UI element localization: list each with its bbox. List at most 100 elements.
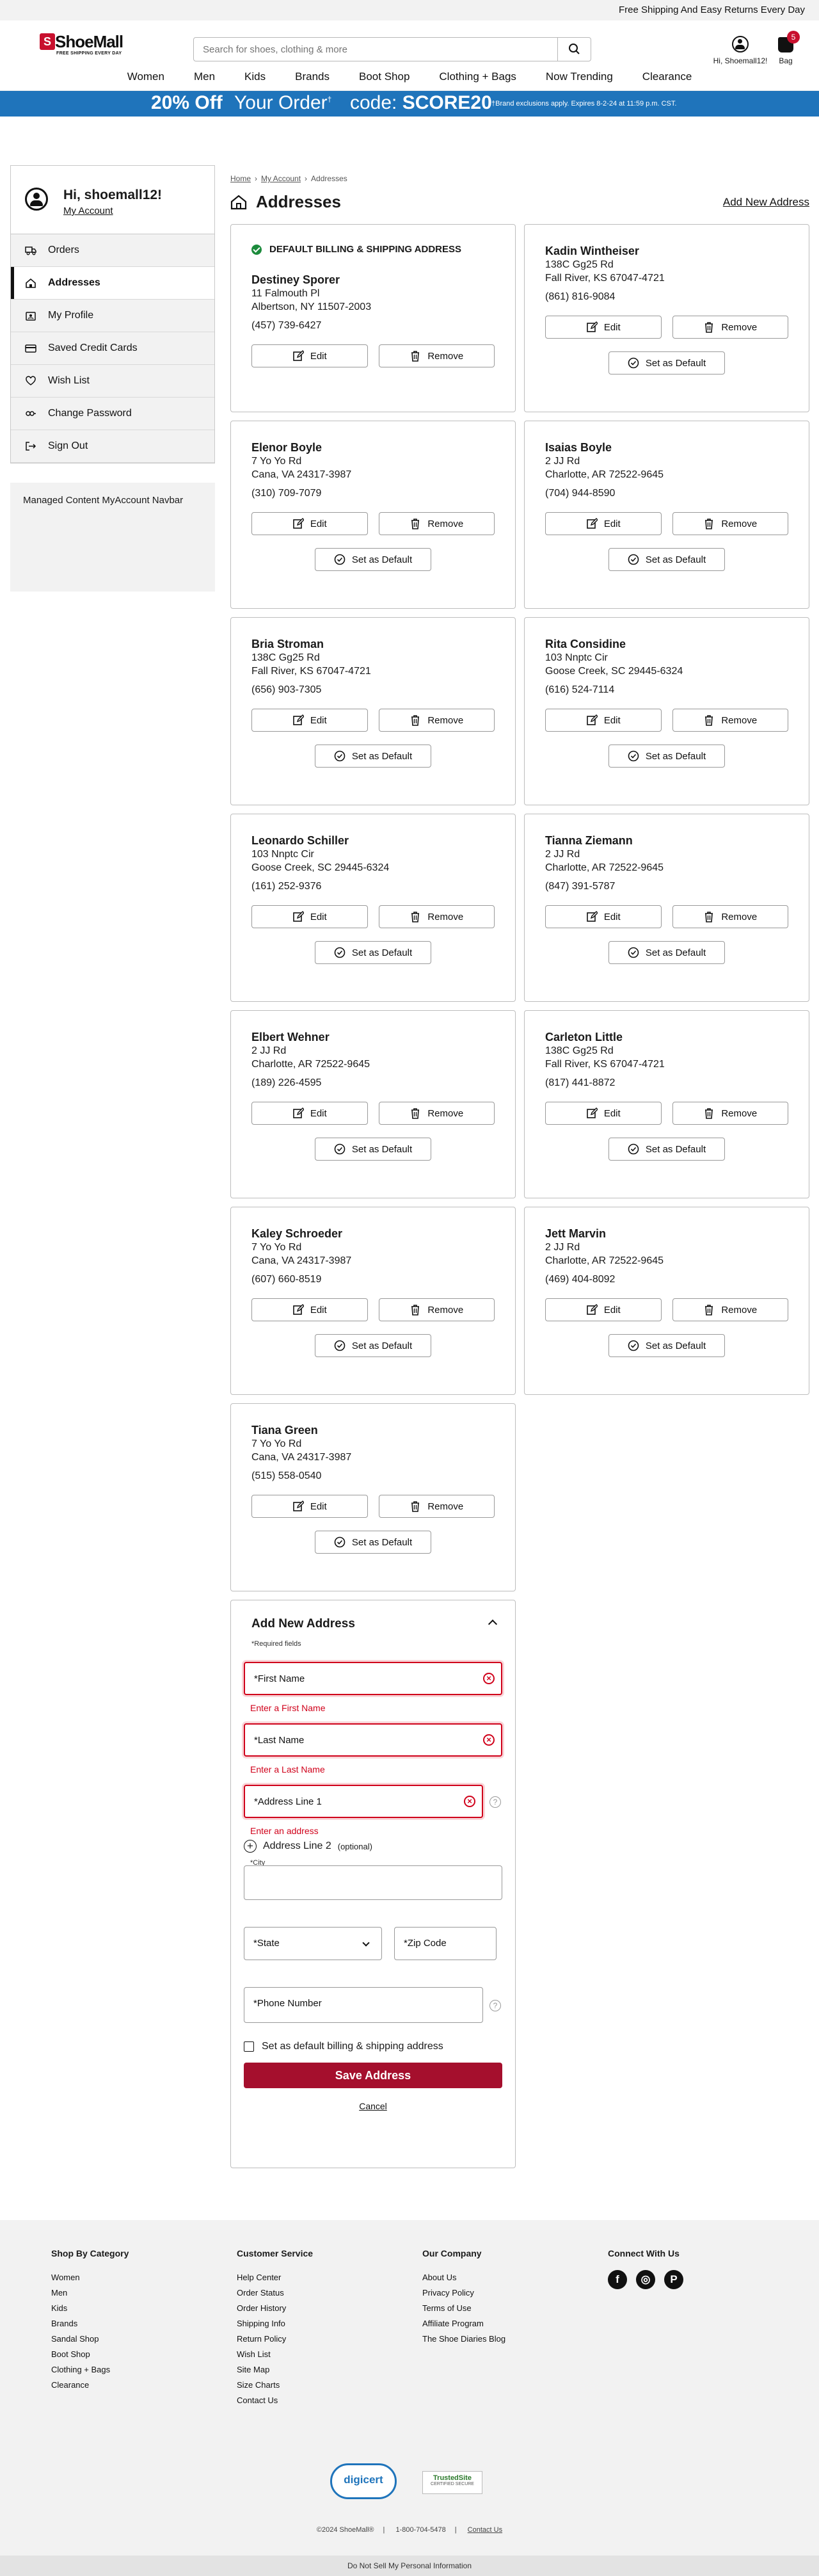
footer-link[interactable]: Return Policy — [237, 2331, 313, 2347]
edit-button[interactable]: Edit — [545, 709, 662, 732]
set-default-button[interactable]: Set as Default — [315, 941, 431, 964]
edit-button[interactable]: Edit — [251, 709, 368, 732]
bag-link[interactable]: 5 Bag — [773, 31, 800, 65]
remove-button[interactable]: Remove — [378, 1102, 495, 1125]
search-input[interactable] — [194, 38, 552, 61]
zip-code-field[interactable]: *Zip Code — [394, 1927, 497, 1960]
footer-link[interactable]: Clothing + Bags — [51, 2362, 129, 2378]
footer-link[interactable]: Brands — [51, 2316, 129, 2331]
nav-men[interactable]: Men — [179, 65, 230, 90]
remove-button[interactable]: Remove — [672, 512, 788, 535]
remove-button[interactable]: Remove — [672, 905, 788, 928]
edit-button[interactable]: Edit — [251, 512, 368, 535]
set-default-button[interactable]: Set as Default — [608, 1334, 725, 1357]
edit-button[interactable]: Edit — [545, 905, 662, 928]
nav-kids[interactable]: Kids — [230, 65, 280, 90]
nav-women[interactable]: Women — [113, 65, 179, 90]
set-default-button[interactable]: Set as Default — [315, 1138, 431, 1161]
set-default-button[interactable]: Set as Default — [608, 745, 725, 768]
facebook-icon[interactable]: f — [608, 2270, 627, 2289]
phone-field[interactable]: *Phone Number — [244, 1987, 483, 2023]
set-default-button[interactable]: Set as Default — [608, 1138, 725, 1161]
address-line-1-field[interactable]: *Address Line 1 × — [244, 1785, 483, 1818]
remove-button[interactable]: Remove — [672, 1102, 788, 1125]
footer-link[interactable]: Kids — [51, 2301, 129, 2316]
checkbox-box[interactable] — [244, 2041, 254, 2052]
sidebar-item-my-profile[interactable]: My Profile — [11, 300, 214, 332]
sidebar-item-wish-list[interactable]: Wish List — [11, 365, 214, 398]
edit-button[interactable]: Edit — [251, 1495, 368, 1518]
sidebar-item-orders[interactable]: Orders — [11, 234, 214, 267]
footer-link[interactable]: Women — [51, 2270, 129, 2285]
edit-button[interactable]: Edit — [251, 1298, 368, 1321]
edit-button[interactable]: Edit — [545, 1102, 662, 1125]
set-default-button[interactable]: Set as Default — [608, 941, 725, 964]
remove-button[interactable]: Remove — [672, 1298, 788, 1321]
footer-link[interactable]: About Us — [422, 2270, 505, 2285]
footer-link[interactable]: Men — [51, 2285, 129, 2301]
set-default-button[interactable]: Set as Default — [608, 548, 725, 571]
remove-button[interactable]: Remove — [378, 905, 495, 928]
breadcrumb-my-account[interactable]: My Account — [261, 174, 301, 183]
sidebar-item-sign-out[interactable]: Sign Out — [11, 430, 214, 463]
footer-link[interactable]: Shipping Info — [237, 2316, 313, 2331]
remove-button[interactable]: Remove — [672, 316, 788, 339]
remove-button[interactable]: Remove — [378, 1298, 495, 1321]
edit-button[interactable]: Edit — [545, 512, 662, 535]
first-name-field[interactable]: *First Name × — [244, 1662, 502, 1695]
nav-clearance[interactable]: Clearance — [628, 65, 707, 90]
footer-link[interactable]: Terms of Use — [422, 2301, 505, 2316]
remove-button[interactable]: Remove — [672, 709, 788, 732]
set-default-button[interactable]: Set as Default — [315, 548, 431, 571]
chevron-up-icon[interactable] — [488, 1619, 498, 1629]
edit-button[interactable]: Edit — [251, 344, 368, 367]
search-button[interactable] — [557, 38, 591, 61]
footer-link[interactable]: Clearance — [51, 2378, 129, 2393]
trustedsite-seal[interactable]: TrustedSite CERTIFIED SECURE — [422, 2471, 482, 2494]
do-not-sell-link[interactable]: Do Not Sell My Personal Information — [0, 2556, 819, 2576]
footer-link[interactable]: Sandal Shop — [51, 2331, 129, 2347]
footer-link[interactable]: Boot Shop — [51, 2347, 129, 2362]
footer-link[interactable]: Site Map — [237, 2362, 313, 2378]
last-name-field[interactable]: *Last Name × — [244, 1723, 502, 1757]
breadcrumb-home[interactable]: Home — [230, 174, 251, 183]
footer-link[interactable]: Order History — [237, 2301, 313, 2316]
digicert-seal[interactable]: digicert — [330, 2463, 397, 2499]
sidebar-item-addresses[interactable]: Addresses — [11, 267, 214, 300]
sidebar-item-saved-credit-cards[interactable]: Saved Credit Cards — [11, 332, 214, 365]
sidebar-item-change-password[interactable]: Change Password — [11, 398, 214, 430]
footer-link[interactable]: The Shoe Diaries Blog — [422, 2331, 505, 2347]
edit-button[interactable]: Edit — [545, 1298, 662, 1321]
footer-link[interactable]: Order Status — [237, 2285, 313, 2301]
remove-button[interactable]: Remove — [378, 344, 495, 367]
nav-clothing-bags[interactable]: Clothing + Bags — [424, 65, 531, 90]
promo-banner[interactable]: 20% Off Your Order† code: SCORE20 †Brand… — [0, 91, 819, 117]
remove-button[interactable]: Remove — [378, 709, 495, 732]
edit-button[interactable]: Edit — [545, 316, 662, 339]
remove-button[interactable]: Remove — [378, 512, 495, 535]
add-address-line-2[interactable]: + Address Line 2 (optional) — [244, 1840, 372, 1853]
instagram-icon[interactable]: ◎ — [636, 2270, 655, 2289]
add-new-address-link[interactable]: Add New Address — [723, 196, 809, 209]
set-default-button[interactable]: Set as Default — [315, 745, 431, 768]
account-link[interactable]: Hi, Shoemall12! — [712, 36, 769, 65]
logo[interactable]: S ShoeMall FREE SHIPPING EVERY DAY — [40, 32, 142, 59]
edit-button[interactable]: Edit — [251, 905, 368, 928]
footer-link[interactable]: Help Center — [237, 2270, 313, 2285]
nav-boot-shop[interactable]: Boot Shop — [344, 65, 424, 90]
set-default-button[interactable]: Set as Default — [315, 1334, 431, 1357]
remove-button[interactable]: Remove — [378, 1495, 495, 1518]
save-address-button[interactable]: Save Address — [244, 2063, 502, 2088]
footer-link[interactable]: Contact Us — [237, 2393, 313, 2408]
pinterest-icon[interactable]: P — [664, 2270, 683, 2289]
nav-brands[interactable]: Brands — [280, 65, 344, 90]
state-select[interactable]: *State — [244, 1927, 382, 1960]
set-default-button[interactable]: Set as Default — [608, 351, 725, 374]
my-account-link[interactable]: My Account — [63, 205, 113, 216]
default-address-checkbox[interactable]: Set as default billing & shipping addres… — [244, 2041, 443, 2052]
city-field[interactable] — [244, 1865, 502, 1900]
footer-link[interactable]: Size Charts — [237, 2378, 313, 2393]
footer-link[interactable]: Wish List — [237, 2347, 313, 2362]
cancel-link[interactable]: Cancel — [231, 2101, 515, 2111]
help-icon[interactable]: ? — [489, 2000, 501, 2011]
